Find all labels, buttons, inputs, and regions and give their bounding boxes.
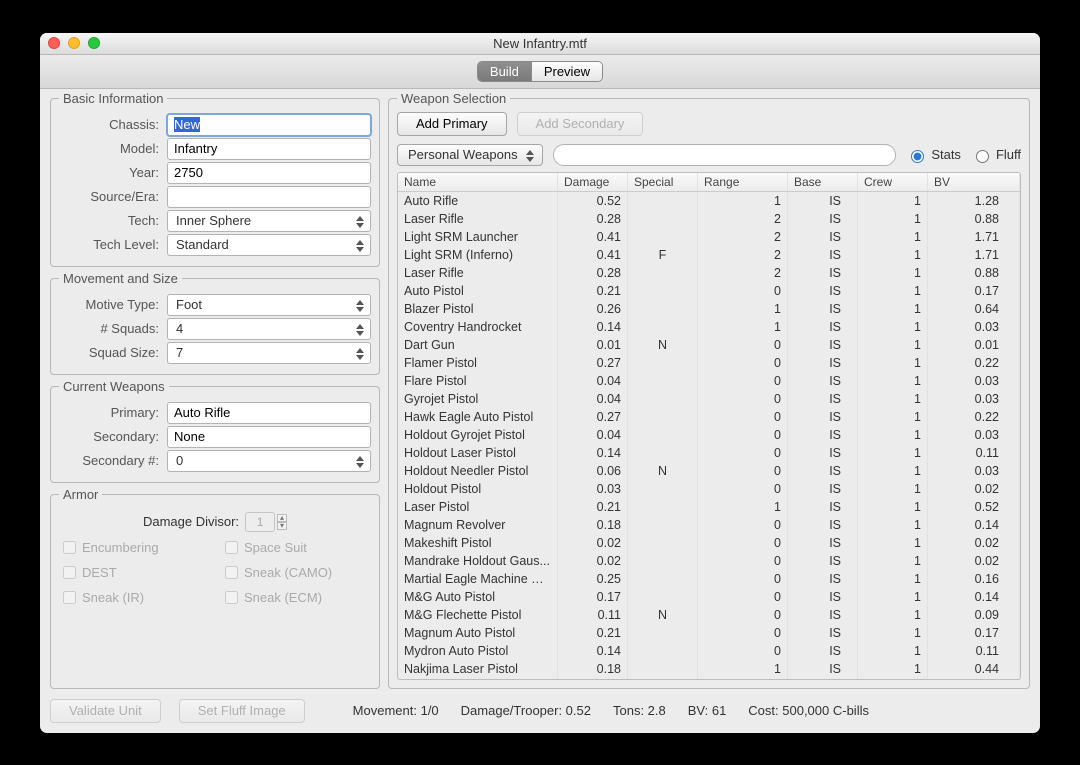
stat-cost: Cost: 500,000 C-bills: [748, 703, 869, 718]
toolbar: Build Preview: [40, 55, 1040, 89]
stat-bv: BV: 61: [688, 703, 727, 718]
secnum-select[interactable]: 0: [167, 450, 371, 472]
table-row[interactable]: Laser Rifle0.282IS10.88: [398, 264, 1020, 282]
chassis-input[interactable]: [167, 114, 371, 136]
motive-label: Motive Type:: [59, 297, 159, 312]
table-row[interactable]: Gyrojet Pistol0.040IS10.03: [398, 390, 1020, 408]
armor-check[interactable]: DEST: [59, 563, 209, 582]
armor-check[interactable]: Sneak (ECM): [221, 588, 371, 607]
table-row[interactable]: M&G Flechette Pistol0.11N0IS10.09: [398, 606, 1020, 624]
stats-radio[interactable]: Stats: [906, 147, 961, 163]
table-row[interactable]: Magnum Revolver0.180IS10.14: [398, 516, 1020, 534]
table-row[interactable]: Laser Rifle0.282IS10.88: [398, 210, 1020, 228]
squadsize-select[interactable]: 7: [167, 342, 371, 364]
fluff-radio[interactable]: Fluff: [971, 147, 1021, 163]
ws-legend: Weapon Selection: [397, 91, 510, 106]
view-segmented-control: Build Preview: [477, 61, 603, 82]
col-crew[interactable]: Crew: [858, 173, 928, 191]
damage-divisor-label: Damage Divisor:: [143, 514, 239, 529]
tech-select[interactable]: Inner Sphere: [167, 210, 371, 232]
tab-build[interactable]: Build: [478, 62, 532, 81]
techlevel-select[interactable]: Standard: [167, 234, 371, 256]
table-row[interactable]: Light SRM (Inferno)0.41F2IS11.71: [398, 246, 1020, 264]
armor-check[interactable]: Encumbering: [59, 538, 209, 557]
movement-size-group: Movement and Size Motive Type: Foot # Sq…: [50, 271, 380, 375]
weapon-category-select[interactable]: Personal Weapons: [397, 144, 543, 166]
table-row[interactable]: Dart Gun0.01N0IS10.01: [398, 336, 1020, 354]
tech-label: Tech:: [59, 213, 159, 228]
table-row[interactable]: Makeshift Pistol0.020IS10.02: [398, 534, 1020, 552]
table-row[interactable]: Holdout Needler Pistol0.06N0IS10.03: [398, 462, 1020, 480]
source-label: Source/Era:: [59, 189, 159, 204]
armor-check[interactable]: Space Suit: [221, 538, 371, 557]
techlevel-label: Tech Level:: [59, 237, 159, 252]
table-row[interactable]: Coventry Handrocket0.141IS10.03: [398, 318, 1020, 336]
squadsize-label: Squad Size:: [59, 345, 159, 360]
model-input[interactable]: [167, 138, 371, 160]
squads-label: # Squads:: [59, 321, 159, 336]
validate-unit-button[interactable]: Validate Unit: [50, 699, 161, 723]
stat-tons: Tons: 2.8: [613, 703, 666, 718]
table-row[interactable]: Auto Pistol0.210IS10.17: [398, 282, 1020, 300]
table-row[interactable]: Holdout Laser Pistol0.140IS10.11: [398, 444, 1020, 462]
basic-legend: Basic Information: [59, 91, 167, 106]
table-row[interactable]: Mydron Auto Pistol0.140IS10.11: [398, 642, 1020, 660]
add-secondary-button[interactable]: Add Secondary: [517, 112, 644, 136]
table-row[interactable]: Hawk Eagle Auto Pistol0.270IS10.22: [398, 408, 1020, 426]
table-row[interactable]: Holdout Pistol0.030IS10.02: [398, 480, 1020, 498]
tab-preview[interactable]: Preview: [532, 62, 602, 81]
col-bv[interactable]: BV: [928, 173, 1020, 191]
primary-input[interactable]: [167, 402, 371, 424]
table-row[interactable]: Nakjima Laser Pistol0.181IS10.44: [398, 660, 1020, 678]
table-row[interactable]: Martial Eagle Machine Pi...0.250IS10.16: [398, 570, 1020, 588]
armor-check[interactable]: Sneak (IR): [59, 588, 209, 607]
chassis-label: Chassis:: [59, 117, 159, 132]
secondary-input[interactable]: [167, 426, 371, 448]
weapon-table: Name Damage Special Range Base Crew BV A…: [397, 172, 1021, 680]
primary-label: Primary:: [59, 405, 159, 420]
armor-legend: Armor: [59, 487, 102, 502]
armor-check[interactable]: Sneak (CAMO): [221, 563, 371, 582]
col-special[interactable]: Special: [628, 173, 698, 191]
motive-select[interactable]: Foot: [167, 294, 371, 316]
current-legend: Current Weapons: [59, 379, 169, 394]
armor-group: Armor Damage Divisor: ▴▾ EncumberingSpac…: [50, 487, 380, 689]
titlebar[interactable]: New Infantry.mtf: [40, 33, 1040, 55]
secnum-label: Secondary #:: [59, 453, 159, 468]
set-fluff-image-button[interactable]: Set Fluff Image: [179, 699, 305, 723]
year-label: Year:: [59, 165, 159, 180]
window-title: New Infantry.mtf: [40, 36, 1040, 51]
table-row[interactable]: Light SRM Launcher0.412IS11.71: [398, 228, 1020, 246]
col-damage[interactable]: Damage: [558, 173, 628, 191]
weapon-filter-input[interactable]: [553, 144, 897, 166]
secondary-label: Secondary:: [59, 429, 159, 444]
table-row[interactable]: Flamer Pistol0.270IS10.22: [398, 354, 1020, 372]
col-range[interactable]: Range: [698, 173, 788, 191]
table-row[interactable]: Mandrake Holdout Gaus...0.020IS10.02: [398, 552, 1020, 570]
col-name[interactable]: Name: [398, 173, 558, 191]
current-weapons-group: Current Weapons Primary: Secondary: Seco…: [50, 379, 380, 483]
table-row[interactable]: Nambu Auto Pistol0.210IS10.17: [398, 678, 1020, 679]
table-row[interactable]: M&G Auto Pistol0.170IS10.14: [398, 588, 1020, 606]
stat-dpt: Damage/Trooper: 0.52: [461, 703, 591, 718]
stat-movement: Movement: 1/0: [353, 703, 439, 718]
table-row[interactable]: Auto Rifle0.521IS11.28: [398, 192, 1020, 210]
table-row[interactable]: Magnum Auto Pistol0.210IS10.17: [398, 624, 1020, 642]
divisor-down-icon[interactable]: ▾: [277, 522, 287, 530]
source-input[interactable]: [167, 186, 371, 208]
movement-legend: Movement and Size: [59, 271, 182, 286]
model-label: Model:: [59, 141, 159, 156]
weapon-selection-group: Weapon Selection Add Primary Add Seconda…: [388, 91, 1030, 689]
add-primary-button[interactable]: Add Primary: [397, 112, 507, 136]
app-window: New Infantry.mtf Build Preview Basic Inf…: [40, 33, 1040, 733]
table-row[interactable]: Holdout Gyrojet Pistol0.040IS10.03: [398, 426, 1020, 444]
table-row[interactable]: Laser Pistol0.211IS10.52: [398, 498, 1020, 516]
col-base[interactable]: Base: [788, 173, 858, 191]
table-row[interactable]: Flare Pistol0.040IS10.03: [398, 372, 1020, 390]
year-input[interactable]: [167, 162, 371, 184]
table-row[interactable]: Blazer Pistol0.261IS10.64: [398, 300, 1020, 318]
basic-information-group: Basic Information Chassis: Model: Year: …: [50, 91, 380, 267]
damage-divisor-spinner[interactable]: [245, 512, 275, 532]
squads-select[interactable]: 4: [167, 318, 371, 340]
